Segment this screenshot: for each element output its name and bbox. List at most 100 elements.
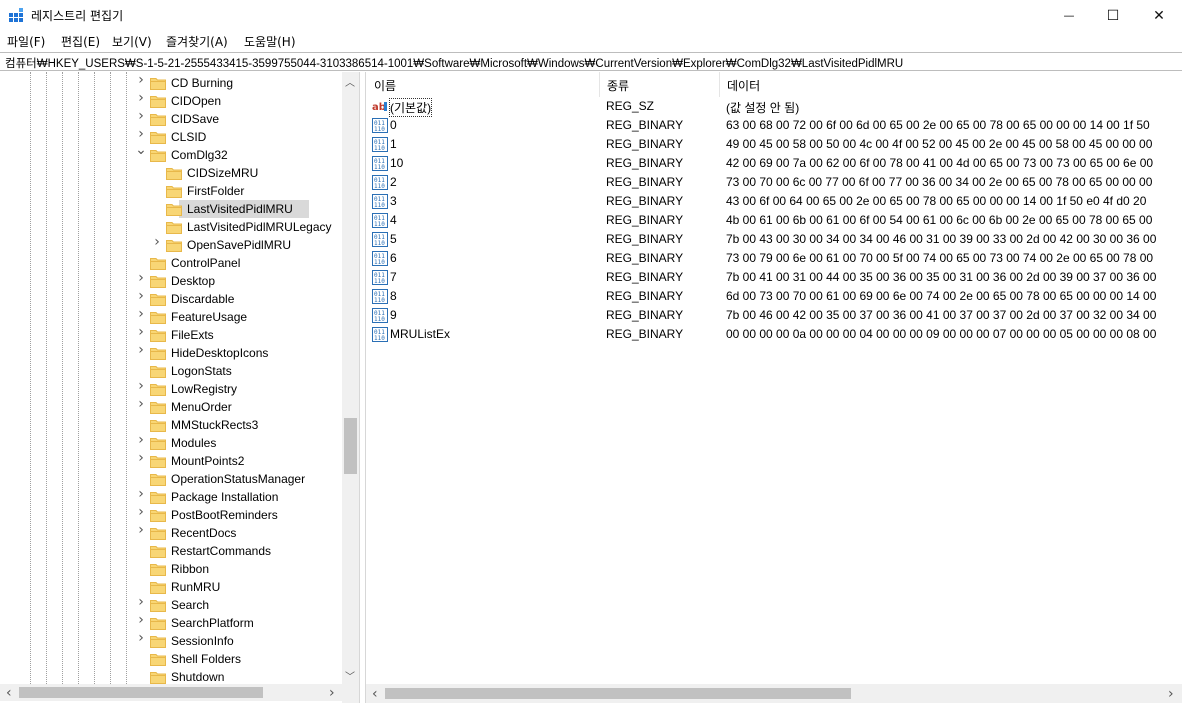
tree-item[interactable]: Ribbon (0, 560, 342, 578)
tree-item[interactable]: LastVisitedPidlMRU (0, 200, 342, 218)
value-row[interactable]: 011 110 10 REG_BINARY 42 00 69 00 7a 00 62 0… (366, 154, 1182, 173)
address-path[interactable]: 컴퓨터₩HKEY_USERS₩S-1-5-21-2555433415-35997… (5, 55, 903, 71)
tree-item[interactable]: › Package Installation (0, 487, 342, 506)
tree-item[interactable]: › MenuOrder (0, 397, 342, 416)
chevron-right-icon[interactable]: › (135, 505, 147, 519)
scroll-down-icon[interactable]: ﹀ (345, 668, 355, 683)
tree-item[interactable]: › SessionInfo (0, 631, 342, 650)
menu-edit[interactable]: 편집(E) (61, 33, 100, 50)
tree-item-label: Search (171, 598, 210, 612)
tree-item[interactable]: ⌄ ComDlg32 (0, 143, 342, 164)
tree-item[interactable]: › HideDesktopIcons (0, 343, 342, 362)
tree-item[interactable]: LogonStats (0, 362, 342, 380)
value-list-pane[interactable]: 이름 종류 데이터 ab (기본값) REG_SZ (값 설정 안 됨) 011 110 0… (365, 72, 1182, 703)
folder-icon (150, 562, 166, 576)
value-data: 49 00 45 00 58 00 50 00 4c 00 4f 00 52 0… (726, 137, 1153, 151)
tree-item[interactable]: Shell Folders (0, 650, 342, 668)
tree-item[interactable]: › Desktop (0, 271, 342, 290)
menu-file[interactable]: 파일(F) (7, 33, 45, 50)
value-row[interactable]: 011 110 3 REG_BINARY 43 00 6f 00 64 00 65 00… (366, 192, 1182, 211)
value-row[interactable]: 011 110 MRUListEx REG_BINARY 00 00 00 00 0a … (366, 325, 1182, 344)
chevron-right-icon[interactable]: › (135, 271, 147, 285)
scroll-right-icon[interactable]: › (1168, 686, 1174, 702)
value-row[interactable]: 011 110 0 REG_BINARY 63 00 68 00 72 00 6f 00… (366, 116, 1182, 135)
tree-item[interactable]: › RecentDocs (0, 523, 342, 542)
tree-item[interactable]: FirstFolder (0, 182, 342, 200)
scroll-left-icon[interactable]: ‹ (372, 686, 378, 702)
tree-item[interactable]: RunMRU (0, 578, 342, 596)
chevron-right-icon[interactable]: › (135, 325, 147, 339)
tree-item[interactable]: › PostBootReminders (0, 505, 342, 524)
address-bar[interactable]: 컴퓨터₩HKEY_USERS₩S-1-5-21-2555433415-35997… (0, 52, 1182, 71)
scroll-up-icon[interactable]: ︿ (345, 74, 355, 89)
tree-item[interactable]: › CLSID (0, 127, 342, 146)
tree-item[interactable]: › Search (0, 595, 342, 614)
chevron-right-icon[interactable]: › (135, 109, 147, 123)
maximize-button[interactable]: ☐ (1090, 0, 1136, 31)
menu-help[interactable]: 도움말(H) (244, 33, 296, 50)
list-horizontal-scroll-thumb[interactable] (385, 688, 851, 699)
list-horizontal-scrollbar[interactable]: ‹ › (366, 684, 1182, 703)
tree-horizontal-scrollbar[interactable]: ‹ › (0, 684, 342, 701)
chevron-right-icon[interactable]: › (135, 433, 147, 447)
column-divider[interactable] (719, 72, 720, 97)
tree-item[interactable]: RestartCommands (0, 542, 342, 560)
value-row[interactable]: 011 110 4 REG_BINARY 4b 00 61 00 6b 00 61 00… (366, 211, 1182, 230)
close-button[interactable]: ✕ (1136, 0, 1182, 31)
tree-item[interactable]: › Modules (0, 433, 342, 452)
column-header-data[interactable]: 데이터 (727, 77, 760, 94)
chevron-right-icon[interactable]: › (135, 127, 147, 141)
value-row[interactable]: 011 110 7 REG_BINARY 7b 00 41 00 31 00 44 00… (366, 268, 1182, 287)
tree-item[interactable]: OperationStatusManager (0, 470, 342, 488)
chevron-right-icon[interactable]: › (151, 235, 163, 249)
tree-item[interactable]: › FileExts (0, 325, 342, 344)
value-row[interactable]: 011 110 6 REG_BINARY 73 00 79 00 6e 00 61 00… (366, 249, 1182, 268)
tree-item[interactable]: ControlPanel (0, 254, 342, 272)
chevron-right-icon[interactable]: › (135, 595, 147, 609)
chevron-right-icon[interactable]: › (135, 631, 147, 645)
chevron-right-icon[interactable]: › (135, 397, 147, 411)
value-row[interactable]: 011 110 1 REG_BINARY 49 00 45 00 58 00 50 00… (366, 135, 1182, 154)
tree-vertical-scrollbar[interactable]: ︿ ﹀ (342, 72, 359, 684)
value-row[interactable]: 011 110 8 REG_BINARY 6d 00 73 00 70 00 61 00… (366, 287, 1182, 306)
chevron-right-icon[interactable]: › (135, 343, 147, 357)
tree-item[interactable]: › SearchPlatform (0, 613, 342, 632)
chevron-right-icon[interactable]: › (135, 451, 147, 465)
value-row[interactable]: 011 110 9 REG_BINARY 7b 00 46 00 42 00 35 00… (366, 306, 1182, 325)
tree-item[interactable]: › CIDSave (0, 109, 342, 128)
value-row[interactable]: 011 110 2 REG_BINARY 73 00 70 00 6c 00 77 00… (366, 173, 1182, 192)
scroll-right-icon[interactable]: › (329, 685, 335, 701)
chevron-right-icon[interactable]: › (135, 523, 147, 537)
value-row[interactable]: 011 110 5 REG_BINARY 7b 00 43 00 30 00 34 00… (366, 230, 1182, 249)
chevron-right-icon[interactable]: › (135, 487, 147, 501)
tree-vertical-scroll-thumb[interactable] (344, 418, 357, 474)
chevron-right-icon[interactable]: › (135, 307, 147, 321)
tree-item[interactable]: › FeatureUsage (0, 307, 342, 326)
chevron-right-icon[interactable]: › (135, 91, 147, 105)
tree-item[interactable]: › CD Burning (0, 73, 342, 92)
tree-item[interactable]: › OpenSavePidlMRU (0, 235, 342, 254)
menu-favorites[interactable]: 즐겨찾기(A) (166, 33, 228, 50)
column-divider[interactable] (599, 72, 600, 97)
tree-item[interactable]: LastVisitedPidlMRULegacy (0, 218, 342, 236)
tree-item[interactable]: › CIDOpen (0, 91, 342, 110)
tree-item[interactable]: CIDSizeMRU (0, 164, 342, 182)
tree-item[interactable]: › Discardable (0, 289, 342, 308)
tree-item[interactable]: › MountPoints2 (0, 451, 342, 470)
scroll-left-icon[interactable]: ‹ (6, 685, 12, 701)
chevron-right-icon[interactable]: › (135, 613, 147, 627)
chevron-right-icon[interactable]: › (135, 73, 147, 87)
tree-item[interactable]: MMStuckRects3 (0, 416, 342, 434)
chevron-down-icon[interactable]: ⌄ (135, 143, 147, 157)
key-tree-pane[interactable]: › CD Burning › CIDOpen › CIDSave › CLSID ⌄ ComDlg… (0, 72, 360, 703)
tree-horizontal-scroll-thumb[interactable] (19, 687, 263, 698)
chevron-right-icon[interactable]: › (135, 379, 147, 393)
tree-item[interactable]: › LowRegistry (0, 379, 342, 398)
value-row[interactable]: ab (기본값) REG_SZ (값 설정 안 됨) (366, 97, 1182, 117)
menu-view[interactable]: 보기(V) (112, 33, 152, 50)
column-header-name[interactable]: 이름 (374, 77, 396, 94)
chevron-right-icon[interactable]: › (135, 289, 147, 303)
column-header-type[interactable]: 종류 (607, 77, 629, 94)
minimize-button[interactable]: — (1046, 0, 1092, 31)
value-data: 73 00 70 00 6c 00 77 00 6f 00 77 00 36 0… (726, 175, 1153, 189)
